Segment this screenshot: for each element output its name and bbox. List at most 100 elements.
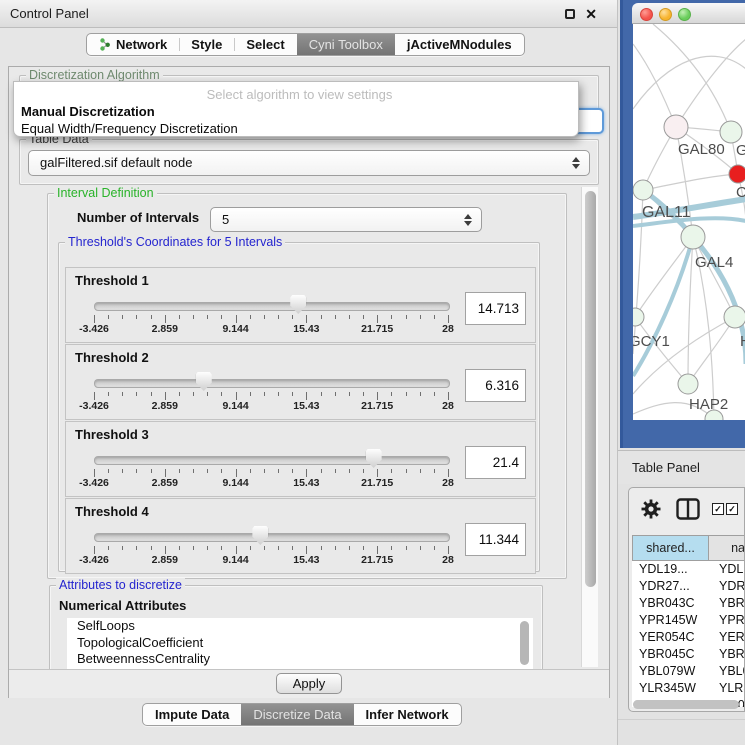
tab-cyni-toolbox[interactable]: Cyni Toolbox: [297, 34, 395, 55]
slider-track[interactable]: [94, 379, 450, 388]
network-edge[interactable]: [635, 237, 693, 317]
minimize-traffic-light[interactable]: [659, 8, 672, 21]
close-icon[interactable]: ✕: [585, 6, 597, 23]
interval-definition-group-title: Interval Definition: [54, 186, 157, 200]
split-columns-icon[interactable]: [676, 498, 700, 520]
slider-track[interactable]: [94, 302, 450, 311]
table-row[interactable]: YER054CYER0: [632, 629, 745, 646]
tab-jactivemnodules[interactable]: jActiveMNodules: [395, 34, 524, 55]
tick-label: 21.715: [361, 477, 393, 489]
tick-label: 21.715: [361, 400, 393, 412]
slider-thumb[interactable]: [290, 295, 306, 314]
discretization-algorithm-group-title: Discretization Algorithm: [26, 68, 163, 82]
table-row[interactable]: YBL079WYBL0: [632, 663, 745, 680]
network-node-label: GAL11: [642, 204, 691, 221]
network-edge[interactable]: [676, 39, 745, 127]
thresholds-group-title: Threshold's Coordinates for 5 Intervals: [65, 235, 285, 249]
threshold-1-value-field[interactable]: 14.713: [465, 292, 526, 325]
column-header-name[interactable]: na: [709, 535, 745, 561]
table-row[interactable]: YDR27...YDR2: [632, 578, 745, 595]
apply-button[interactable]: Apply: [276, 673, 342, 694]
network-edge[interactable]: [633, 56, 745, 109]
network-node[interactable]: [681, 225, 705, 249]
threshold-1-panel: Threshold 1 -3.426 2.859 9.144 15.43 21.…: [65, 267, 536, 343]
tab-impute-data[interactable]: Impute Data: [143, 704, 241, 725]
float-window-icon[interactable]: [565, 9, 575, 19]
threshold-3-slider[interactable]: -3.426 2.859 9.144 15.43 21.715 28: [94, 422, 448, 496]
network-graph[interactable]: GAL80GACGAL11GAL4GCY1HHAP2: [633, 24, 745, 420]
network-edge[interactable]: [643, 174, 738, 190]
slider-ticks: [94, 315, 448, 324]
network-window-titlebar[interactable]: [632, 3, 745, 24]
threshold-2-slider[interactable]: -3.426 2.859 9.144 15.43 21.715 28: [94, 345, 448, 419]
slider-thumb[interactable]: [252, 526, 268, 545]
thresholds-group: Threshold's Coordinates for 5 Intervals …: [58, 242, 540, 572]
tab-infer-network[interactable]: Infer Network: [354, 704, 461, 725]
threshold-4-value-field[interactable]: 11.344: [465, 523, 526, 556]
table-row[interactable]: YBR045CYBR0: [632, 646, 745, 663]
tick-label: 15.43: [293, 554, 319, 566]
tick-label: -3.426: [79, 400, 109, 412]
tick-label: 9.144: [222, 323, 248, 335]
dropdown-item-placeholder[interactable]: Select algorithm to view settings: [14, 86, 578, 103]
zoom-traffic-light[interactable]: [678, 8, 691, 21]
settings-gear-icon[interactable]: [641, 499, 661, 519]
table-panel-title: Table Panel: [632, 451, 700, 484]
network-node[interactable]: [729, 165, 745, 183]
checkbox-checked-icon: ✓: [712, 503, 724, 515]
slider-track[interactable]: [94, 533, 450, 542]
slider-thumb[interactable]: [196, 372, 212, 391]
scrollbar-thumb[interactable]: [585, 191, 596, 587]
threshold-2-panel: Threshold 2 -3.426 2.859 9.144 15.43 21.…: [65, 344, 536, 420]
network-canvas[interactable]: GAL80GACGAL11GAL4GCY1HHAP2: [633, 24, 745, 420]
list-item[interactable]: SelfLoops: [67, 618, 533, 635]
network-node-label: C: [736, 184, 745, 201]
table-horizontal-scrollbar-thumb[interactable]: [633, 700, 739, 709]
slider-ticks: [94, 546, 448, 555]
close-traffic-light[interactable]: [640, 8, 653, 21]
tick-label: 28: [442, 323, 454, 335]
table-data-combobox[interactable]: galFiltered.sif default node: [28, 150, 590, 176]
network-edge[interactable]: [633, 44, 676, 127]
checkbox-pair-icon[interactable]: ✓ ✓: [712, 503, 738, 515]
dropdown-item-manual-discretization[interactable]: Manual Discretization: [14, 103, 578, 120]
network-node[interactable]: [678, 374, 698, 394]
list-item[interactable]: TopologicalCoefficient: [67, 635, 533, 652]
table-row[interactable]: YLR345WYLR3: [632, 680, 745, 697]
network-edge[interactable]: [688, 317, 735, 384]
application-window: Control Panel ✕ Network Style Select Cyn…: [0, 0, 745, 745]
list-item[interactable]: BetweennessCentrality: [67, 651, 533, 668]
network-node-label: GA: [736, 142, 745, 159]
tick-label: 21.715: [361, 323, 393, 335]
tab-discretize-data[interactable]: Discretize Data: [241, 704, 353, 725]
table-row[interactable]: YBR043CYBR0: [632, 595, 745, 612]
tab-select[interactable]: Select: [234, 34, 296, 55]
tick-label: 2.859: [152, 323, 178, 335]
network-edge[interactable]: [688, 237, 693, 384]
network-edge[interactable]: [653, 24, 731, 132]
network-node[interactable]: [720, 121, 742, 143]
column-header-shared-name[interactable]: shared...: [632, 535, 709, 561]
tick-label: 28: [442, 477, 454, 489]
tick-label: 9.144: [222, 477, 248, 489]
table-row[interactable]: YPR145WYPR1: [632, 612, 745, 629]
network-node[interactable]: [633, 308, 644, 326]
slider-track[interactable]: [94, 456, 450, 465]
network-node[interactable]: [633, 180, 653, 200]
table-row[interactable]: YDL19...YDL1: [632, 561, 745, 578]
settings-vertical-scrollbar[interactable]: [581, 187, 598, 667]
network-edge[interactable]: [693, 237, 735, 317]
number-of-intervals-spinner[interactable]: 5: [210, 207, 482, 232]
dropdown-item-equal-width-frequency[interactable]: Equal Width/Frequency Discretization: [14, 120, 578, 137]
threshold-1-slider[interactable]: -3.426 2.859 9.144 15.43 21.715 28: [94, 268, 448, 342]
list-scrollbar-thumb[interactable]: [520, 621, 529, 665]
tab-style[interactable]: Style: [179, 34, 234, 55]
network-node-label: H: [740, 333, 745, 350]
threshold-3-value-field[interactable]: 21.4: [465, 446, 526, 479]
network-node[interactable]: [664, 115, 688, 139]
network-node[interactable]: [724, 306, 745, 328]
tab-network[interactable]: Network: [87, 34, 179, 55]
threshold-2-value-field[interactable]: 6.316: [465, 369, 526, 402]
slider-thumb[interactable]: [366, 449, 382, 468]
threshold-4-slider[interactable]: -3.426 2.859 9.144 15.43 21.715 28: [94, 499, 448, 573]
